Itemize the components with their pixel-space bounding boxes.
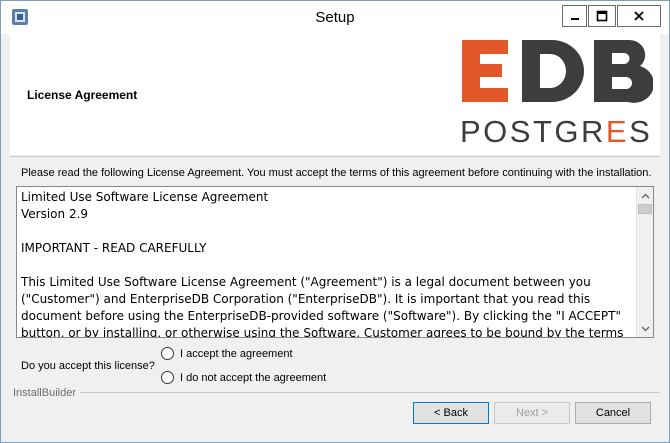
header-panel: License Agreement POSTGRES [10,34,660,155]
logo-s-text: S [629,114,652,149]
minimize-button[interactable] [562,5,587,27]
radio-decline[interactable] [161,371,174,384]
license-scrollbar[interactable] [636,187,653,337]
minimize-icon [570,18,579,20]
radio-decline-option[interactable]: I do not accept the agreement [161,371,326,384]
next-button[interactable]: Next > [494,402,570,424]
license-text: Limited Use Software License Agreement V… [21,190,624,338]
radio-accept-label: I accept the agreement [180,347,293,360]
logo-postgr-text: POSTGR [460,114,606,149]
maximize-icon [596,10,608,22]
setup-window: Setup License Agreement POSTGRES Please … [0,0,670,443]
footer-divider [80,392,660,393]
content-panel: Please read the following License Agreem… [10,157,660,384]
chevron-up-icon [641,193,649,198]
logo-accent-letter: E [606,114,629,149]
radio-accept[interactable] [161,347,174,360]
title-bar[interactable]: Setup [1,1,669,34]
radio-accept-option[interactable]: I accept the agreement [161,347,293,360]
scroll-down-button[interactable] [637,320,653,337]
license-instruction: Please read the following License Agreem… [21,167,652,179]
page-title: License Agreement [27,88,138,102]
back-button[interactable]: < Back [413,402,489,424]
close-icon [634,11,644,21]
scroll-up-button[interactable] [637,187,653,204]
radio-decline-label: I do not accept the agreement [180,371,327,384]
license-text-area[interactable]: Limited Use Software License Agreement V… [16,186,654,338]
maximize-button[interactable] [588,5,616,27]
scroll-thumb[interactable] [638,204,652,214]
svg-text:POSTGRES: POSTGRES [460,114,652,149]
accept-question: Do you accept this license? [21,360,155,372]
cancel-button[interactable]: Cancel [575,402,651,424]
edb-logo-mark [462,39,653,103]
edb-postgres-logo: POSTGRES [460,39,653,149]
installbuilder-brand: InstallBuilder [13,387,76,399]
chevron-down-icon [641,326,649,331]
close-button[interactable] [617,5,661,27]
